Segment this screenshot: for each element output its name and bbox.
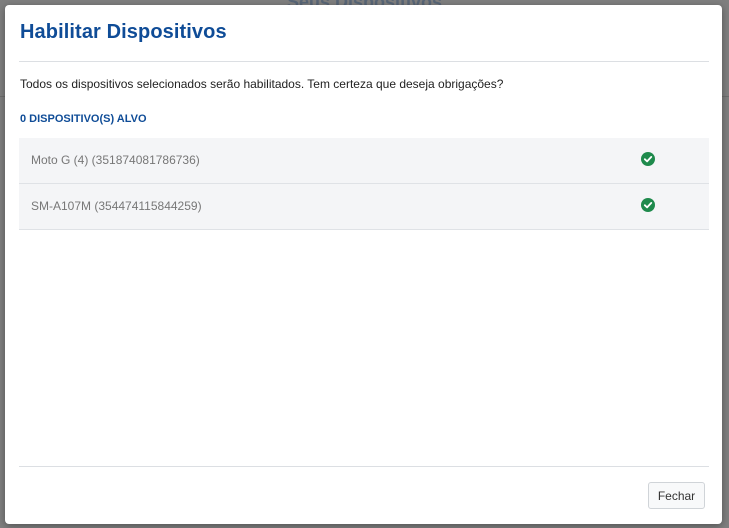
list-item: Moto G (4) (351874081786736) — [19, 138, 709, 184]
check-circle-icon — [641, 152, 655, 166]
background-divider — [722, 96, 729, 97]
confirmation-message: Todos os dispositivos selecionados serão… — [20, 77, 504, 91]
header-divider — [19, 61, 709, 62]
footer-divider — [19, 466, 709, 467]
device-list: Moto G (4) (351874081786736) SM-A107M (3… — [19, 138, 709, 230]
check-circle-icon — [641, 198, 655, 212]
enable-devices-modal: Habilitar Dispositivos Todos os disposit… — [5, 5, 722, 524]
close-button[interactable]: Fechar — [648, 482, 705, 509]
modal-title: Habilitar Dispositivos — [20, 21, 227, 43]
device-name: SM-A107M (354474115844259) — [31, 199, 202, 213]
device-name: Moto G (4) (351874081786736) — [31, 153, 200, 167]
target-count-label: 0 DISPOSITIVO(S) ALVO — [20, 113, 147, 125]
list-item: SM-A107M (354474115844259) — [19, 184, 709, 230]
